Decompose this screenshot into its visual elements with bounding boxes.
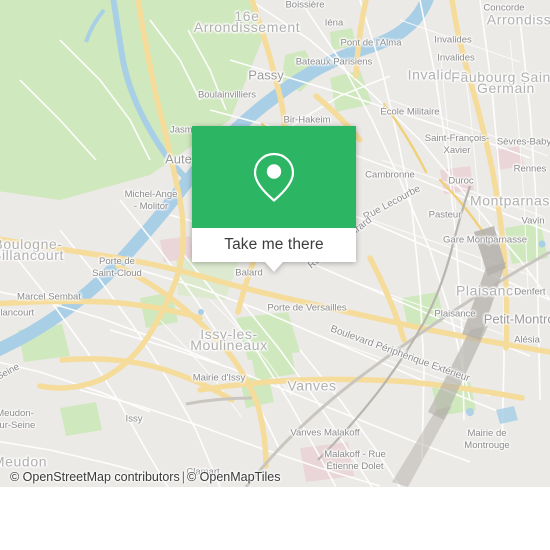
location-callout[interactable]: Take me there bbox=[192, 126, 356, 272]
attribution-separator: | bbox=[181, 470, 185, 484]
map-attribution[interactable]: © OpenStreetMap contributors | © OpenMapTi… bbox=[10, 470, 280, 484]
map-screenshot: 16e Arrondissement Boissière Iéna Concorde Ar… bbox=[0, 0, 550, 550]
callout-image-panel bbox=[192, 126, 356, 228]
footer-bar: Pmr Multimedia, Paris moovit bbox=[0, 487, 550, 550]
take-me-there-label: Take me there bbox=[224, 236, 324, 253]
callout-pointer bbox=[265, 262, 283, 272]
take-me-there-button[interactable]: Take me there bbox=[192, 228, 356, 262]
map-pin-icon bbox=[253, 152, 295, 202]
map-viewport[interactable]: 16e Arrondissement Boissière Iéna Concorde Ar… bbox=[0, 0, 550, 487]
attribution-osm[interactable]: © OpenStreetMap contributors bbox=[10, 470, 180, 484]
attribution-tiles[interactable]: © OpenMapTiles bbox=[187, 470, 281, 484]
